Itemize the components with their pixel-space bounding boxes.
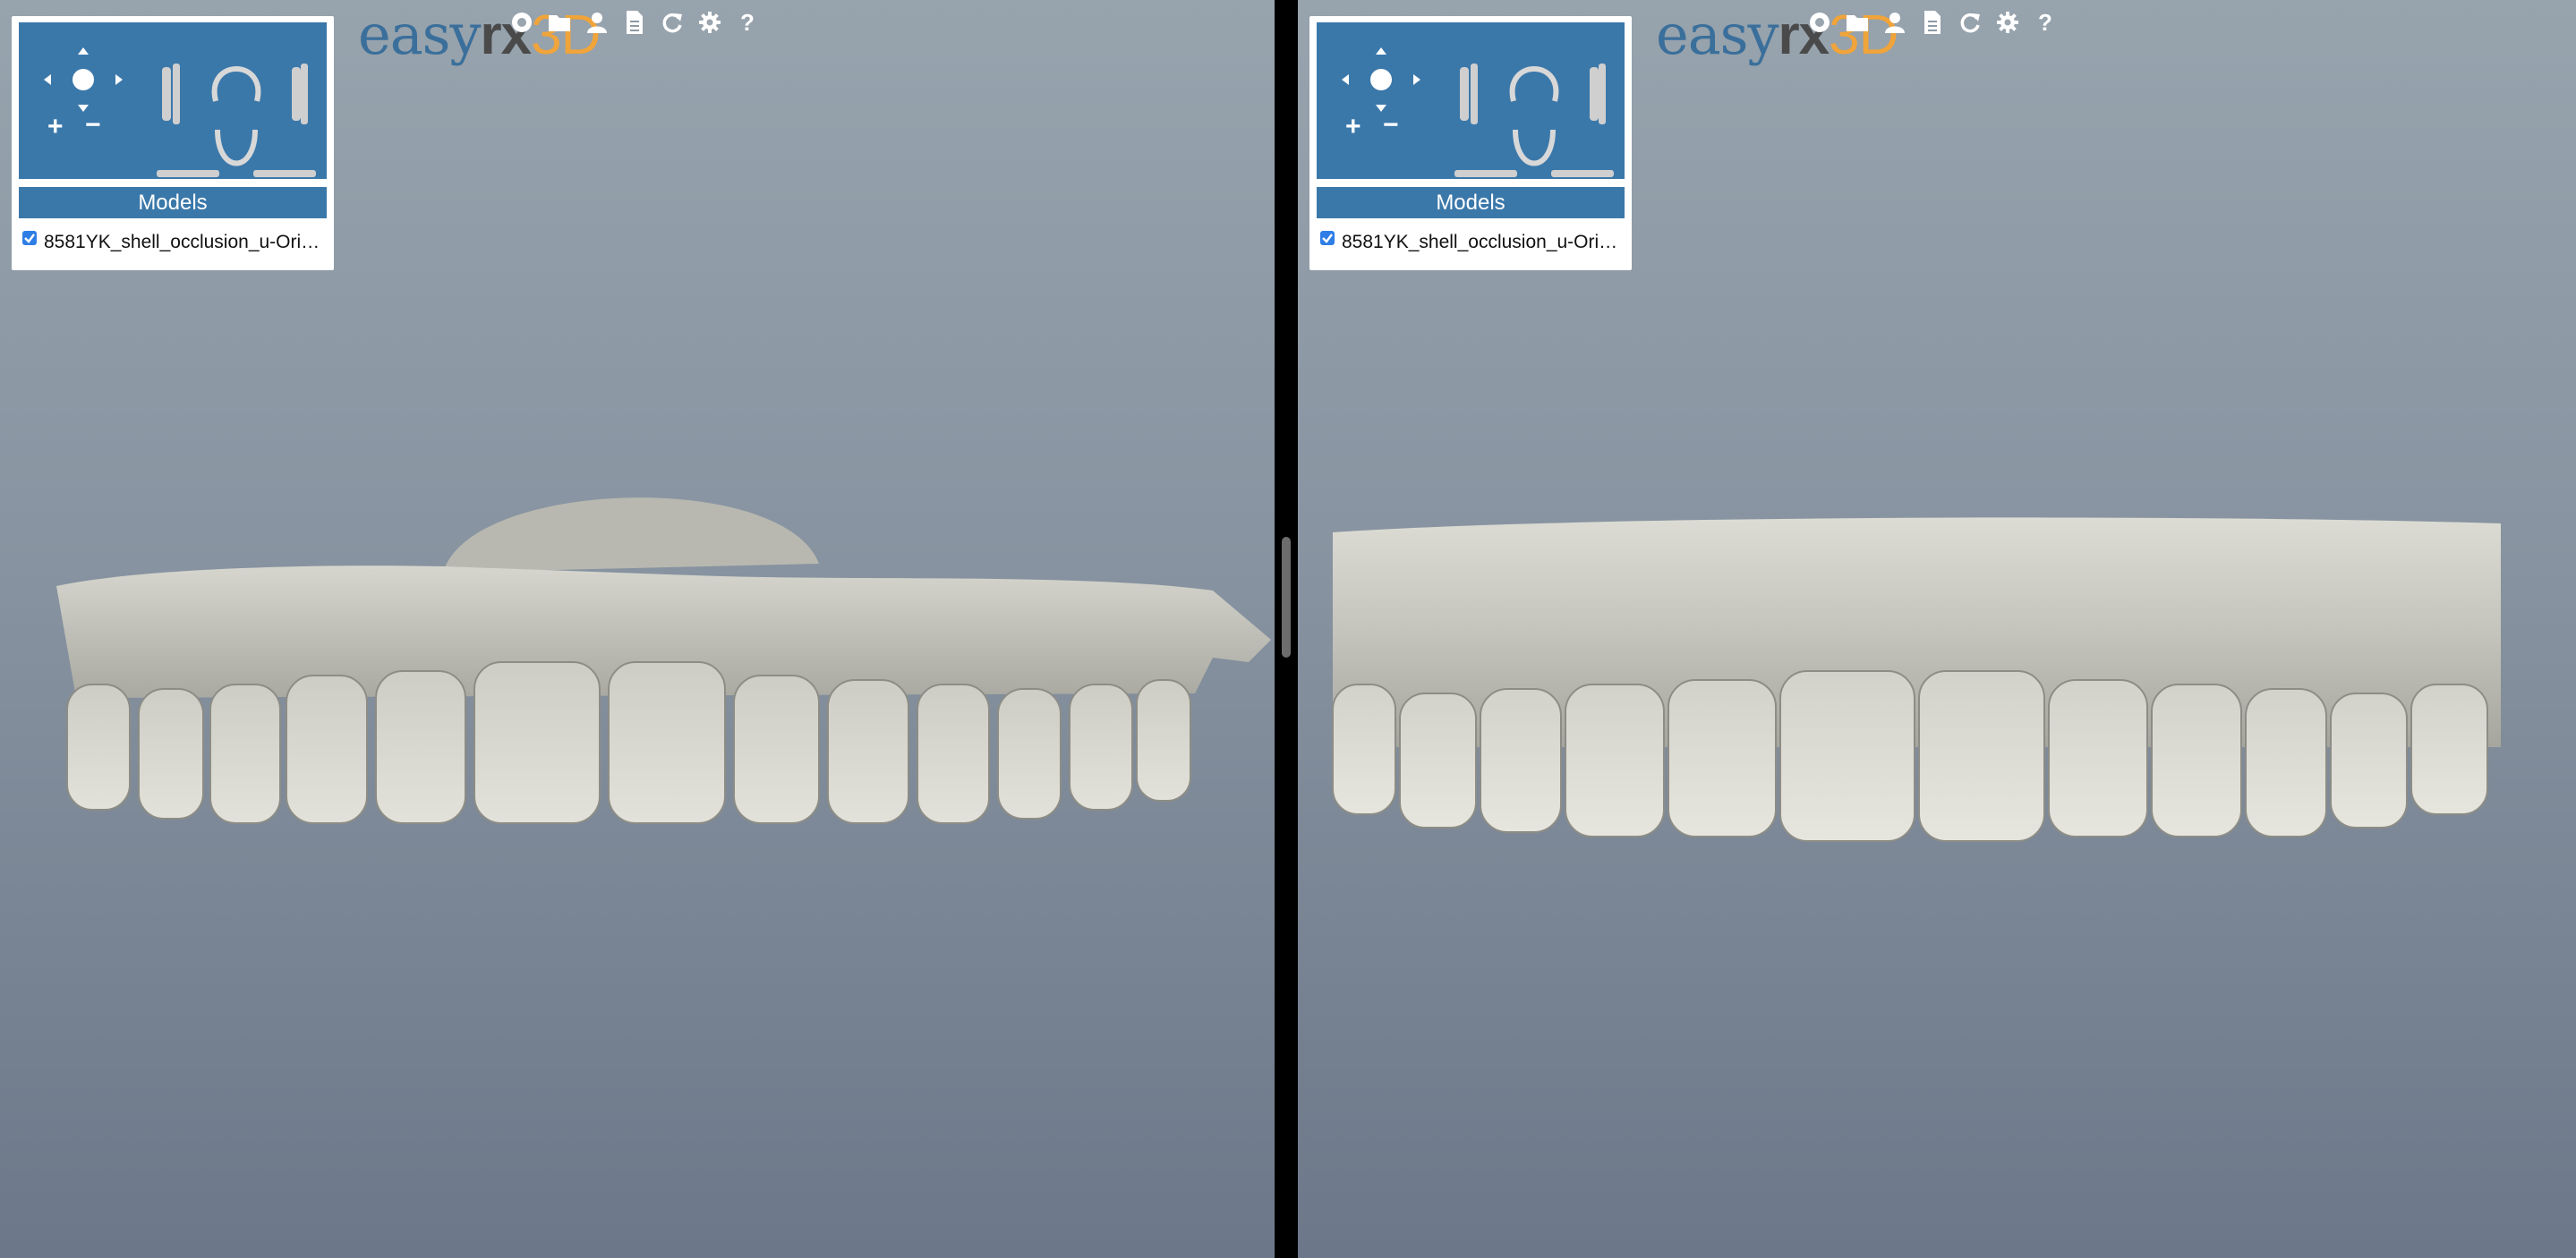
model-thumbnail-icon[interactable] [1451, 31, 1616, 179]
user-icon[interactable] [584, 7, 610, 38]
pan-up-icon [1376, 47, 1386, 55]
refresh-icon[interactable] [659, 7, 686, 38]
document-icon[interactable] [1919, 7, 1946, 38]
folder-icon[interactable] [1844, 7, 1871, 38]
folder-icon[interactable] [546, 7, 573, 38]
model-visibility-checkbox[interactable] [22, 231, 37, 246]
help-circle-icon[interactable] [1806, 7, 1833, 38]
viewport-left[interactable]: + − Models 8581YK_shell_occlusion_u-Orig… [0, 0, 1275, 1258]
view-control-panel: + − Models 8581YK_shell_occlusion_u-Orig… [1309, 16, 1632, 270]
model-name: 8581YK_shell_occlusion_u-Original [1342, 232, 1619, 253]
model-visibility-checkbox[interactable] [1320, 231, 1335, 246]
user-icon[interactable] [1881, 7, 1908, 38]
pan-right-icon [1413, 74, 1420, 85]
viewport-right[interactable]: + − Models 8581YK_shell_occlusion_u-Orig… [1298, 0, 2576, 1258]
pan-left-icon [44, 74, 51, 85]
pan-up-icon [78, 47, 89, 55]
pan-right-icon [115, 74, 123, 85]
pan-control[interactable]: + − [38, 46, 128, 135]
split-divider-handle[interactable] [1282, 537, 1291, 658]
center-icon [1370, 69, 1392, 90]
dental-model-shell-frontal[interactable] [1328, 514, 2510, 881]
toolbar: ? [508, 7, 761, 38]
models-header[interactable]: Models [19, 187, 327, 218]
model-name: 8581YK_shell_occlusion_u-Original [44, 232, 321, 253]
model-list-item[interactable]: 8581YK_shell_occlusion_u-Original [1320, 227, 1628, 258]
gear-icon[interactable] [1994, 7, 2021, 38]
gear-icon[interactable] [696, 7, 723, 38]
view-control-panel: + − Models 8581YK_shell_occlusion_u-Orig… [12, 16, 334, 270]
help-circle-icon[interactable] [508, 7, 535, 38]
zoom-in-button: + [47, 112, 64, 135]
dental-model-upper-frontal[interactable] [49, 461, 1275, 837]
question-icon[interactable]: ? [2032, 7, 2059, 38]
model-list-item[interactable]: 8581YK_shell_occlusion_u-Original [22, 227, 330, 258]
pan-left-icon [1342, 74, 1349, 85]
refresh-icon[interactable] [1957, 7, 1983, 38]
navigation-box: + − [1317, 22, 1625, 179]
pan-control[interactable]: + − [1336, 46, 1426, 135]
navigation-box: + − [19, 22, 327, 179]
zoom-out-button: − [1383, 110, 1399, 135]
document-icon[interactable] [621, 7, 648, 38]
center-icon [73, 69, 94, 90]
model-thumbnail-icon[interactable] [153, 31, 319, 179]
zoom-in-button: + [1345, 112, 1361, 135]
zoom-out-button: − [85, 110, 101, 135]
question-icon[interactable]: ? [734, 7, 761, 38]
models-header[interactable]: Models [1317, 187, 1625, 218]
toolbar: ? [1806, 7, 2059, 38]
